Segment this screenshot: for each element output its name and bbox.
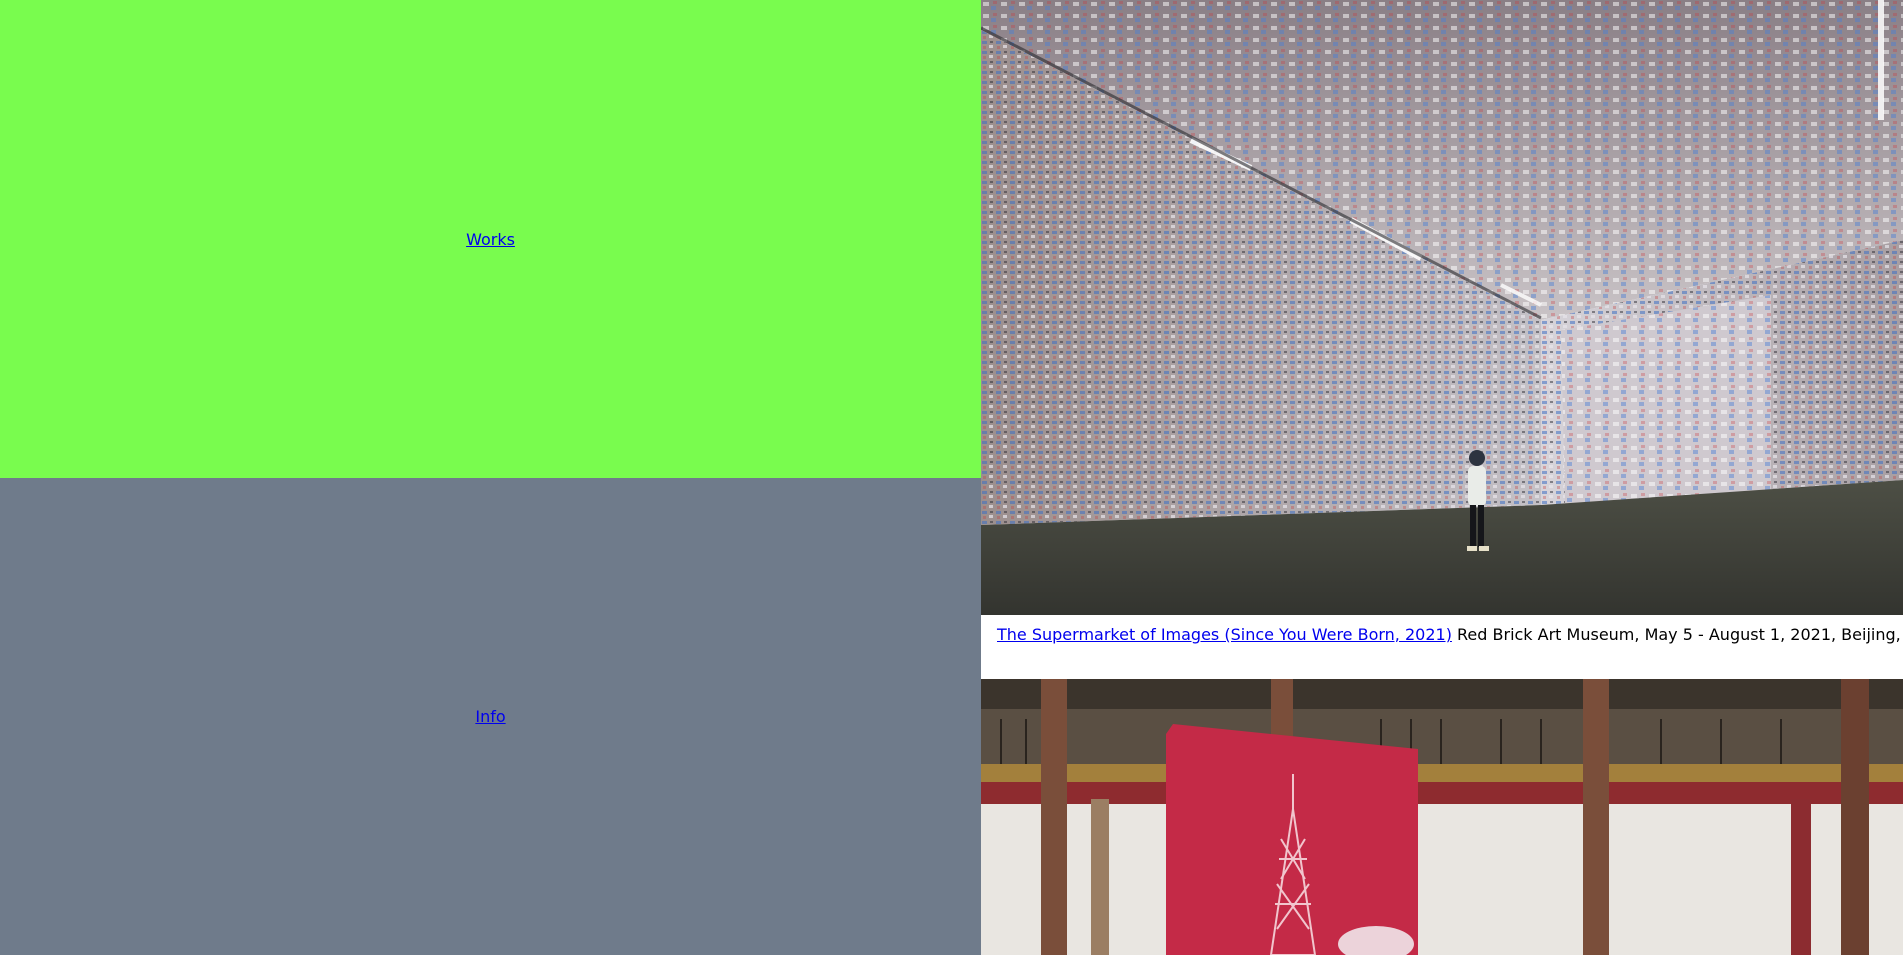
- works-link[interactable]: Works: [466, 230, 515, 249]
- red-screen-atrium-image: [981, 679, 1903, 955]
- exhibition-photo: [981, 679, 1903, 955]
- installation-room-image: [981, 0, 1903, 615]
- exhibition-title-link[interactable]: The Supermarket of Images (Since You Wer…: [997, 625, 1452, 644]
- navigation: Works Info: [0, 0, 981, 955]
- exhibition-caption: The Supermarket of Images (Since You Wer…: [997, 625, 1903, 645]
- works-feed[interactable]: The Supermarket of Images (Since You Wer…: [981, 0, 1903, 955]
- exhibition-photo: [981, 0, 1903, 615]
- works-panel[interactable]: Works: [0, 0, 981, 478]
- page: Works Info The Supermarket of Images (Si…: [0, 0, 1903, 955]
- exhibition-details: Red Brick Art Museum, May 5 - August 1, …: [1451, 625, 1903, 644]
- info-link[interactable]: Info: [475, 707, 505, 726]
- info-panel[interactable]: Info: [0, 478, 981, 955]
